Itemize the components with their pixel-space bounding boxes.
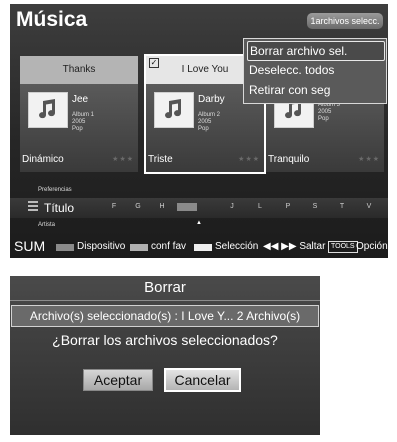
accept-button[interactable]: Aceptar	[83, 369, 153, 391]
menu-item-deselect-all[interactable]: Deselecc. todos	[247, 61, 383, 79]
selection-button-swatch	[194, 244, 212, 251]
artist-name: Jee	[72, 94, 89, 105]
selection-count-badge: 1archivos selecc.	[307, 13, 383, 29]
tools-key-icon: TOOLS	[328, 241, 358, 253]
page-title: Música	[16, 8, 88, 31]
mood-label: Tranquilo	[268, 154, 310, 165]
cancel-button[interactable]: Cancelar	[164, 368, 241, 392]
album-genre: Pop	[318, 116, 329, 122]
album-year: 2005	[72, 119, 86, 125]
fav-button-swatch	[130, 244, 148, 251]
album-year: 2005	[198, 119, 212, 125]
sort-option-next[interactable]: Artista	[38, 222, 55, 228]
dialog-divider	[10, 300, 320, 301]
rating-stars: ★★★	[358, 156, 380, 163]
album-name: Album 1	[72, 112, 95, 118]
jump-letter[interactable]: P	[278, 203, 298, 210]
jump-letter[interactable]: L	[250, 203, 270, 210]
jump-letter[interactable]: S	[305, 203, 325, 210]
jump-letter-current[interactable]	[177, 203, 197, 211]
rating-stars: ★★★	[238, 156, 260, 163]
sum-label: SUM	[14, 238, 46, 254]
mood-label: Triste	[148, 154, 173, 165]
mood-label: Dinámico	[22, 154, 64, 165]
help-option: Opción	[356, 241, 388, 252]
music-card[interactable]: Thanks Jee Album 1 2005 Pop Dinámico ★★★	[20, 56, 138, 172]
device-button-swatch	[56, 244, 74, 251]
menu-item-delete-selected[interactable]: Borrar archivo sel.	[247, 41, 385, 61]
list-icon	[28, 201, 38, 213]
jump-letter[interactable]: V	[359, 203, 379, 210]
artist-name: Darby	[198, 94, 225, 105]
dialog-title: Borrar	[144, 279, 186, 296]
music-note-icon	[28, 92, 68, 128]
sort-field-current[interactable]: Título	[44, 201, 74, 215]
jump-letter[interactable]: G	[128, 203, 148, 210]
jump-letter[interactable]: F	[104, 203, 124, 210]
sort-option-previous[interactable]: Preferencias	[38, 187, 72, 193]
help-jump: ◀◀ ▶▶ Saltar	[263, 241, 326, 252]
album-genre: Pop	[72, 126, 83, 132]
dialog-question: ¿Borrar los archivos seleccionados?	[52, 332, 278, 348]
checkbox-checked-icon[interactable]: ✓	[149, 58, 159, 68]
help-conf-fav: conf fav	[151, 241, 187, 252]
album-genre: Pop	[198, 126, 209, 132]
music-browser-screen: Música 1archivos selecc. Thanks Jee Albu…	[10, 4, 388, 258]
jump-letter[interactable]: T	[332, 203, 352, 210]
position-caret-icon: ▲	[196, 220, 202, 226]
music-note-icon	[154, 92, 194, 128]
help-device: Dispositivo	[77, 241, 126, 252]
delete-dialog: Borrar Archivo(s) seleccionado(s) : I Lo…	[10, 276, 320, 435]
album-name: Album 2	[198, 112, 221, 118]
rating-stars: ★★★	[112, 156, 134, 163]
song-title: Thanks	[20, 56, 138, 84]
jump-letter[interactable]: J	[222, 203, 242, 210]
sort-bar[interactable]: Título F G H J L P S T V	[10, 198, 388, 218]
help-selection: Selección	[215, 241, 259, 252]
menu-item-safe-remove[interactable]: Retirar con seg	[247, 81, 383, 99]
album-year: 2005	[318, 109, 332, 115]
help-bar: SUM Dispositivo conf fav Selección ◀◀ ▶▶…	[10, 236, 388, 258]
context-menu: Borrar archivo sel. Deselecc. todos Reti…	[243, 38, 387, 104]
selected-files-info: Archivo(s) seleccionado(s) : I Love Y...…	[11, 305, 319, 327]
card-body: Jee Album 1 2005 Pop Dinámico ★★★	[20, 84, 138, 172]
jump-letter[interactable]: H	[152, 203, 172, 210]
